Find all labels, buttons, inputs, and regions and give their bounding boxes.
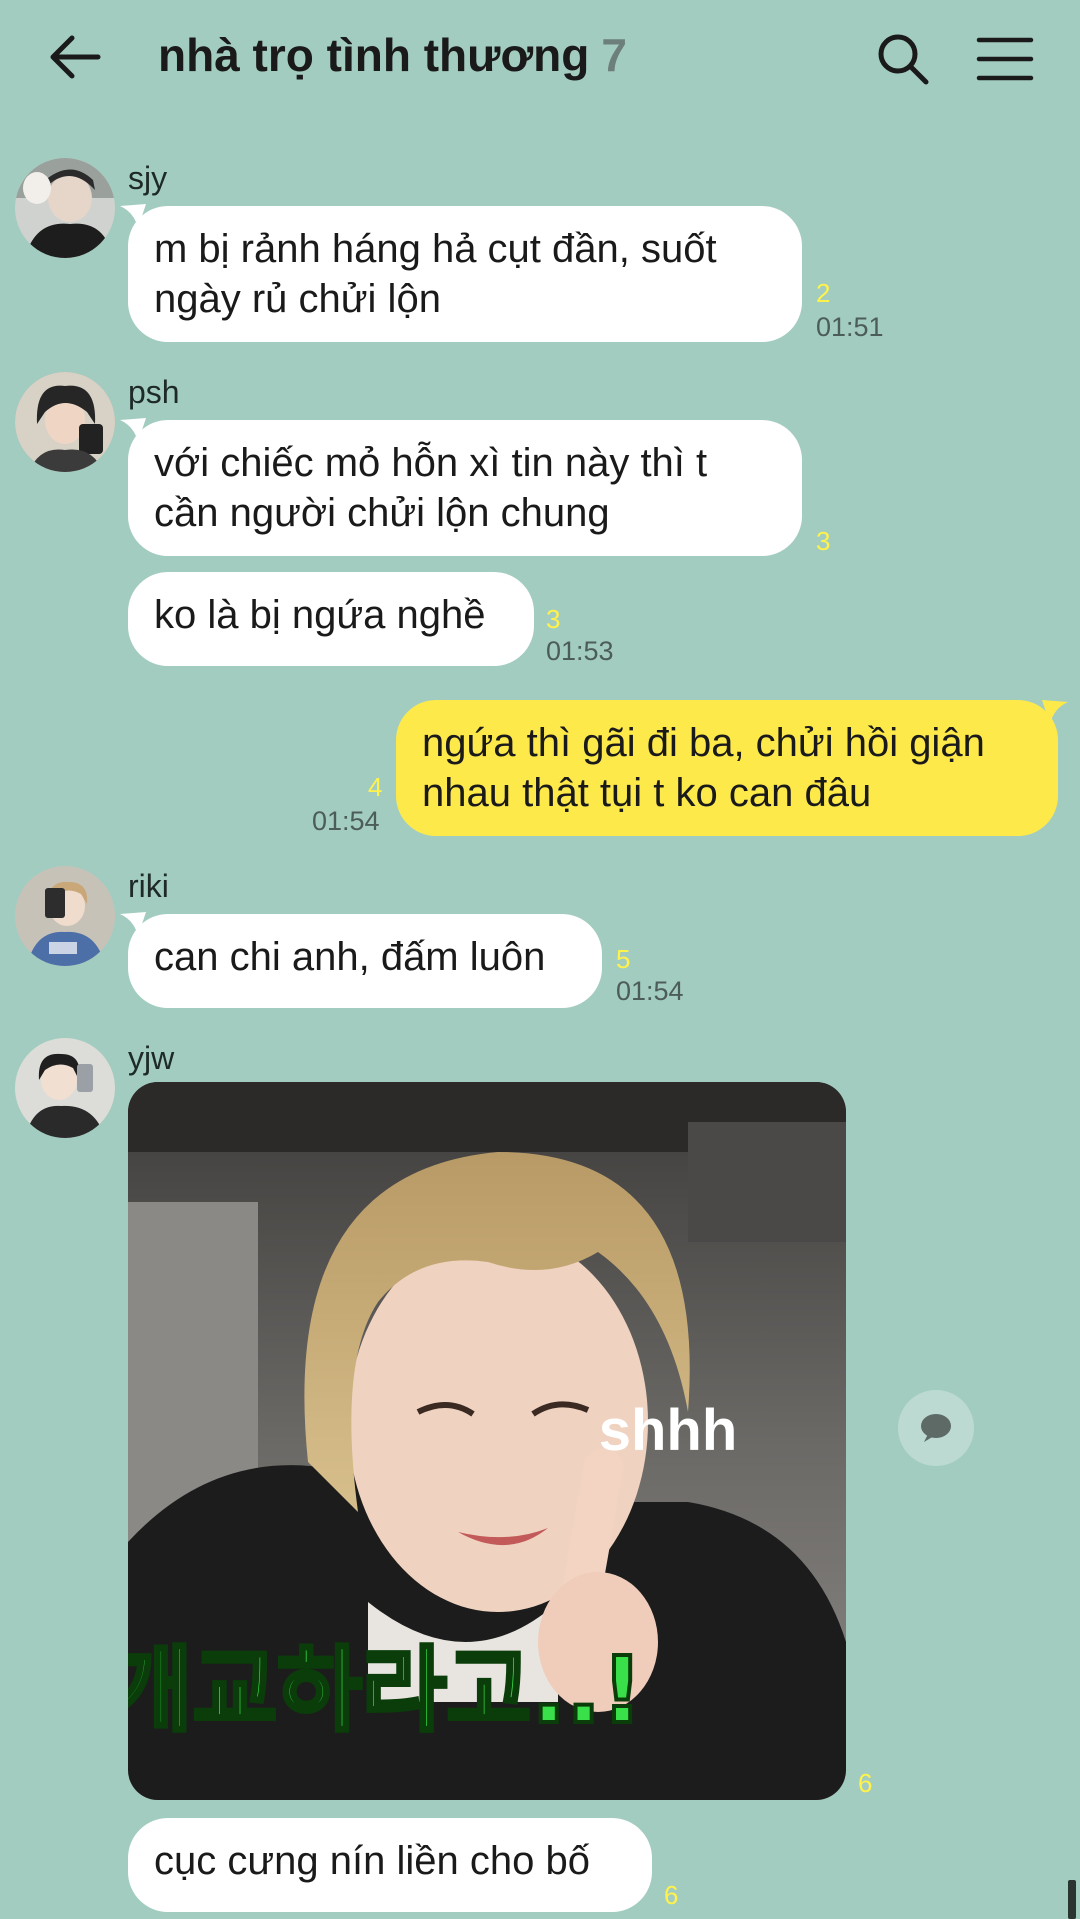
sender-name: riki xyxy=(128,868,169,904)
message-bubble[interactable]: ko là bị ngứa nghề xyxy=(128,572,534,666)
message-time: 01:53 xyxy=(546,636,614,666)
menu-button[interactable] xyxy=(970,24,1040,94)
chat-room-name: nhà trọ tình thương xyxy=(158,29,590,81)
share-button[interactable] xyxy=(898,1390,974,1466)
avatar-psh[interactable] xyxy=(15,372,115,472)
unread-count: 3 xyxy=(546,604,561,634)
message-time: 01:51 xyxy=(816,312,884,342)
chat-header: nhà trọ tình thương 7 xyxy=(0,0,1080,120)
unread-count: 5 xyxy=(616,944,631,974)
my-message-bubble[interactable]: ngứa thì gãi đi ba, chửi hồi giận nhau t… xyxy=(396,700,1058,836)
avatar-yjw[interactable] xyxy=(15,1038,115,1138)
message-bubble[interactable]: cục cưng nín liền cho bố xyxy=(128,1818,652,1912)
message-bubble[interactable]: m bị rảnh háng hả cụt đần, suốt ngày rủ … xyxy=(128,206,802,342)
bubble-tail xyxy=(1042,700,1068,724)
message-image[interactable]: shhh 개교하라고..! xyxy=(128,1082,846,1800)
avatar-sjy[interactable] xyxy=(15,158,115,258)
search-button[interactable] xyxy=(868,24,938,94)
search-icon xyxy=(878,34,929,85)
unread-count: 4 xyxy=(368,772,383,802)
sender-name: psh xyxy=(128,374,180,410)
message-bubble[interactable]: can chi anh, đấm luôn xyxy=(128,914,602,1008)
unread-count: 6 xyxy=(664,1880,679,1910)
avatar-riki[interactable] xyxy=(15,866,115,966)
sender-name: sjy xyxy=(128,160,168,196)
chat-screen: nhà trọ tình thương 7 sjy m bị rảnh háng … xyxy=(0,0,1080,1919)
back-button[interactable] xyxy=(40,22,110,92)
unread-count: 6 xyxy=(858,1768,873,1798)
scrollbar[interactable] xyxy=(1068,1880,1076,1919)
hamburger-menu-icon xyxy=(976,37,1034,81)
sender-name: yjw xyxy=(128,1040,175,1076)
image-subtitle: 개교하라고..! xyxy=(128,1637,643,1744)
arrow-left-icon xyxy=(50,35,101,79)
message-time: 01:54 xyxy=(312,806,380,836)
message-time: 01:54 xyxy=(616,976,684,1006)
image-caption: shhh xyxy=(599,1398,738,1463)
unread-count: 3 xyxy=(816,526,831,556)
chat-title: nhà trọ tình thương 7 xyxy=(158,28,627,82)
chat-bubble-icon xyxy=(921,1414,951,1442)
unread-count: 2 xyxy=(816,278,831,308)
member-count: 7 xyxy=(601,29,627,81)
message-bubble[interactable]: với chiếc mỏ hỗn xì tin này thì t cần ng… xyxy=(128,420,802,556)
